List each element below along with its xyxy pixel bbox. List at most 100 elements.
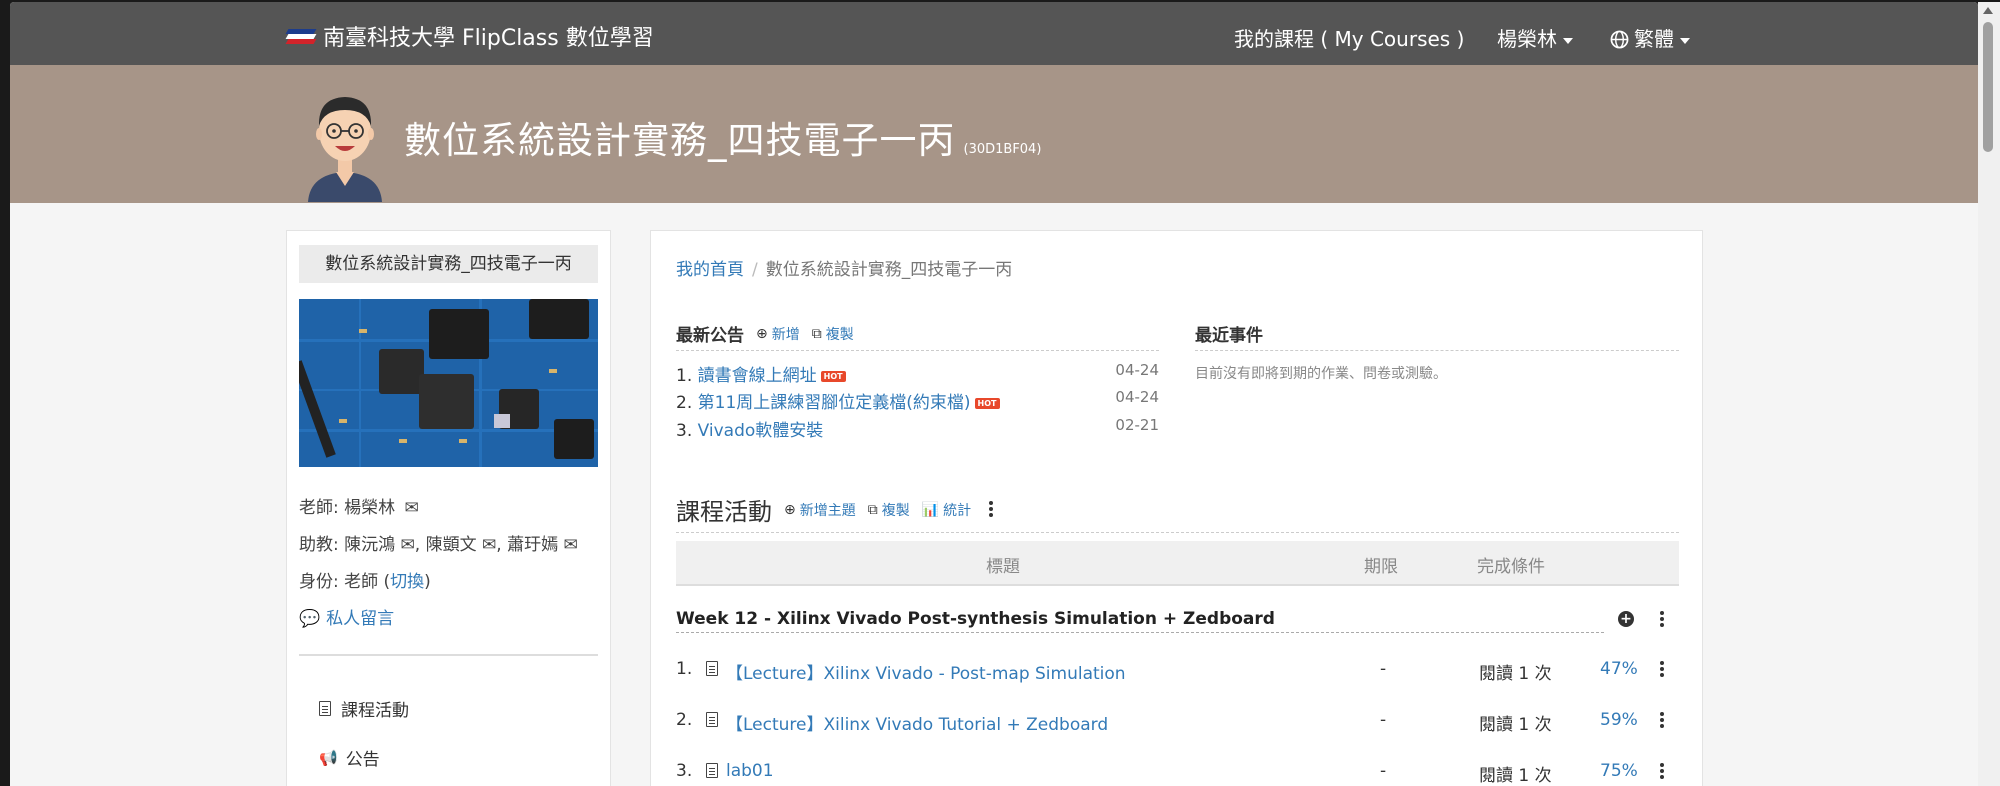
vertical-scrollbar[interactable] [1978, 2, 2000, 786]
breadcrumb: 我的首頁 / 數位系統設計實務_四技電子一丙 [676, 255, 1012, 280]
row-deadline: - [1380, 761, 1387, 781]
completion-percent[interactable]: 59% [1600, 710, 1638, 730]
column-completion: 完成條件 [1477, 557, 1545, 577]
breadcrumb-separator: / [752, 260, 758, 280]
scrollbar-thumb[interactable] [1983, 22, 1993, 152]
more-options-icon[interactable] [1660, 611, 1664, 629]
sidebar-item-activities[interactable]: 課程活動 [319, 696, 409, 721]
sidebar-item-announcements[interactable]: 📢 公告 [319, 745, 380, 771]
copy-announcement-button[interactable]: ⧉ 複製 [812, 324, 854, 344]
file-icon [319, 701, 331, 716]
more-options-icon[interactable] [1660, 763, 1664, 781]
add-announcement-button[interactable]: ⊕ 新增 [756, 324, 800, 344]
plus-circle-icon: ⊕ [784, 501, 796, 518]
mail-icon[interactable]: ✉ [401, 535, 415, 555]
sidebar-divider [299, 654, 598, 656]
activity-link[interactable]: lab01 [726, 761, 774, 781]
announcement-item: 3. Vivado軟體安裝 02-21 [676, 416, 1159, 441]
announcement-item: 2. 第11周上課練習腳位定義檔(約束檔) HOT 04-24 [676, 388, 1159, 413]
table-row: 1. 【Lecture】Xilinx Vivado - Post-map Sim… [676, 656, 1679, 686]
copy-label: 複製 [825, 326, 854, 343]
row-number: 2. [676, 710, 693, 730]
ta-name: 陳沅鴻 [344, 535, 396, 555]
plus-circle-icon: ⊕ [756, 325, 768, 342]
sidebar-course-title: 數位系統設計實務_四技電子一丙 [299, 245, 598, 283]
completion-percent[interactable]: 75% [1600, 761, 1638, 781]
row-number: 3. [676, 761, 693, 781]
switch-role-link[interactable]: 切換 [390, 572, 424, 592]
my-courses-link[interactable]: 我的課程 ( My Courses ) [1234, 23, 1464, 52]
row-deadline: - [1380, 659, 1387, 679]
row-number: 1. [676, 659, 693, 679]
add-activity-icon[interactable]: + [1618, 611, 1634, 627]
activity-link[interactable]: 【Lecture】Xilinx Vivado - Post-map Simula… [726, 659, 1126, 684]
more-options-icon[interactable] [1660, 712, 1664, 730]
course-banner: 數位系統設計實務_四技電子一丙 (30D1BF04) [10, 65, 1978, 203]
announcements-title: 最新公告 [676, 326, 744, 346]
more-options-icon[interactable] [989, 500, 994, 519]
caret-down-icon [1563, 37, 1573, 44]
breadcrumb-home[interactable]: 我的首頁 [676, 260, 744, 280]
announcement-link[interactable]: 第11周上課練習腳位定義檔(約束檔) [698, 393, 971, 413]
announcement-date: 04-24 [1115, 361, 1159, 379]
megaphone-icon: 📢 [319, 748, 338, 767]
private-message-link[interactable]: 💬 私人留言 [299, 604, 394, 629]
row-condition: 閱讀 1 次 [1479, 715, 1552, 735]
top-navbar: 南臺科技大學 FlipClass 數位學習 我的課程 ( My Courses … [10, 2, 1978, 65]
hot-badge: HOT [820, 370, 846, 382]
browser-window: 南臺科技大學 FlipClass 數位學習 我的課程 ( My Courses … [10, 2, 1978, 786]
document-icon [706, 661, 718, 676]
stats-label: 統計 [943, 502, 972, 519]
events-title: 最近事件 [1195, 326, 1263, 346]
breadcrumb-current: 數位系統設計實務_四技電子一丙 [765, 260, 1013, 280]
ta-name: 蕭玗嫣 [507, 535, 559, 555]
activity-link[interactable]: 【Lecture】Xilinx Vivado Tutorial + Zedboa… [726, 710, 1108, 735]
sidebar-item-label: 課程活動 [341, 701, 409, 721]
more-options-icon[interactable] [1660, 661, 1664, 679]
caret-down-icon [1680, 37, 1690, 44]
ta-name: 陳顗文 [425, 535, 477, 555]
table-row: 3. lab01 - 閱讀 1 次 75% [676, 758, 1679, 786]
completion-percent[interactable]: 47% [1600, 659, 1638, 679]
activities-table-header: 標題 期限 完成條件 [676, 541, 1679, 586]
hot-badge: HOT [974, 397, 1000, 409]
ta-label: 助教: [299, 535, 339, 555]
copy-label: 複製 [881, 502, 910, 519]
announcement-date: 02-21 [1115, 416, 1159, 434]
statistics-button[interactable]: 📊 統計 [922, 500, 971, 520]
column-title: 標題 [986, 557, 1020, 577]
activities-title: 課程活動 [676, 498, 772, 526]
announcement-date: 04-24 [1115, 388, 1159, 406]
table-row: 2. 【Lecture】Xilinx Vivado Tutorial + Zed… [676, 707, 1679, 737]
mail-icon[interactable]: ✉ [405, 498, 419, 518]
events-empty-message: 目前沒有即將到期的作業、問卷或測驗。 [1195, 366, 1447, 382]
brand-text: 南臺科技大學 FlipClass 數位學習 [323, 26, 654, 51]
document-icon [706, 763, 718, 778]
teacher-line: 老師: 楊榮林 ✉ [299, 493, 419, 518]
events-header: 最近事件 [1195, 321, 1679, 351]
user-menu-dropdown[interactable]: 楊榮林 [1497, 23, 1573, 52]
scroll-up-arrow-icon[interactable] [1983, 7, 1993, 14]
announcement-link[interactable]: Vivado軟體安裝 [698, 421, 824, 441]
school-logo-icon [285, 26, 317, 46]
row-deadline: - [1380, 710, 1387, 730]
document-icon [706, 712, 718, 727]
teacher-label: 老師: 楊榮林 [299, 498, 396, 518]
main-content: 我的首頁 / 數位系統設計實務_四技電子一丙 最新公告 ⊕ 新增 ⧉ 複製 1. 讀書會… [650, 230, 1703, 786]
copy-activities-button[interactable]: ⧉ 複製 [868, 500, 910, 520]
announcement-link[interactable]: 讀書會線上網址 [698, 366, 817, 386]
course-cover-image [299, 299, 598, 467]
language-label: 繁體 [1634, 27, 1674, 51]
copy-icon: ⧉ [867, 501, 878, 518]
mail-icon[interactable]: ✉ [563, 535, 577, 555]
add-topic-label: 新增主題 [799, 502, 856, 519]
add-topic-button[interactable]: ⊕ 新增主題 [784, 500, 856, 520]
role-close-paren: ) [424, 572, 431, 592]
brand-link[interactable]: 南臺科技大學 FlipClass 數位學習 [285, 20, 654, 52]
teacher-avatar [308, 97, 382, 202]
item-number: 1. [676, 366, 693, 386]
mail-icon[interactable]: ✉ [482, 535, 496, 555]
announcements-header: 最新公告 ⊕ 新增 ⧉ 複製 [676, 321, 1159, 351]
language-dropdown[interactable]: 繁體 [1610, 23, 1690, 52]
item-number: 2. [676, 393, 693, 413]
